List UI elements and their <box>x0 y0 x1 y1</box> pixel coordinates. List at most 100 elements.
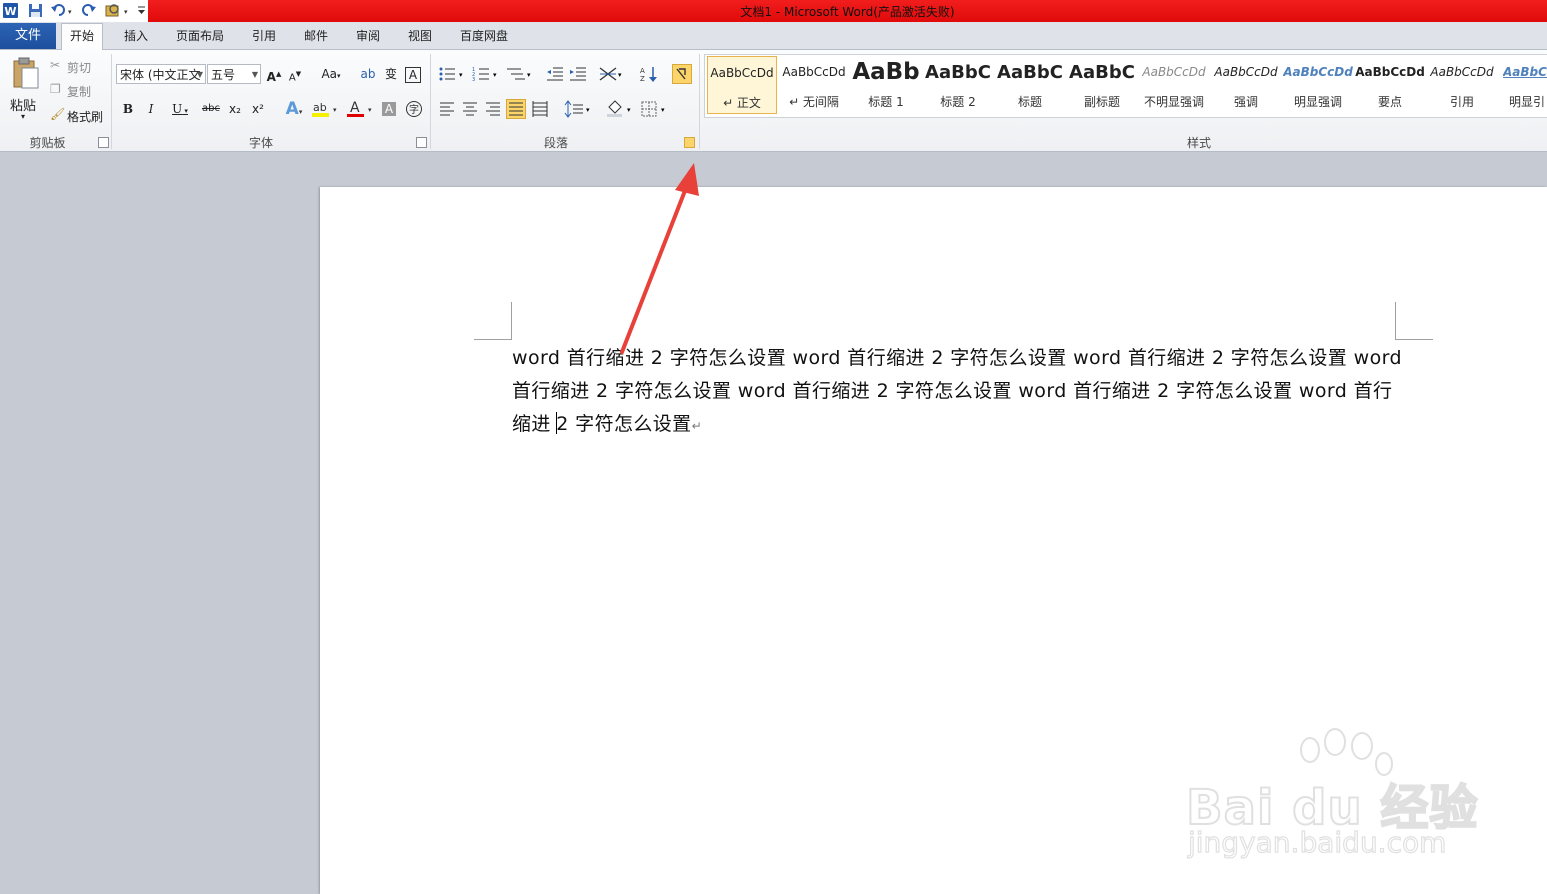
svg-text:▾: ▾ <box>586 106 590 114</box>
text-effects-icon: A <box>285 99 299 119</box>
style-name: 强调 <box>1233 95 1258 109</box>
font-dialog-launcher[interactable] <box>416 137 427 148</box>
style-emphasis[interactable]: AaBbCcDd 强调 <box>1211 56 1281 114</box>
shading-button[interactable]: ▾ <box>605 99 635 119</box>
word-app-icon[interactable]: W <box>2 2 19 19</box>
tab-home[interactable]: 开始 <box>61 23 104 51</box>
multilevel-list-button[interactable]: ▾ <box>505 64 535 84</box>
font-color-button[interactable]: A ▾ <box>346 99 376 119</box>
sort-icon[interactable]: AZ <box>639 64 659 84</box>
document-body[interactable]: word 首行缩进 2 字符怎么设置 word 首行缩进 2 字符怎么设置 wo… <box>512 342 1402 443</box>
borders-button[interactable]: ▾ <box>639 99 669 119</box>
style-preview: AaBbCcDd <box>1430 65 1494 79</box>
style-heading-1[interactable]: AaBb 标题 1 <box>851 56 921 114</box>
align-center-icon[interactable] <box>460 99 480 119</box>
svg-text:▾: ▾ <box>333 106 337 114</box>
pilcrow-icon <box>676 68 686 80</box>
distributed-align-icon[interactable] <box>530 99 550 119</box>
shrink-font-button[interactable]: A▼ <box>285 64 305 84</box>
copy-button[interactable]: ❐ 复制 <box>50 82 100 100</box>
qat-dropdown-icon[interactable] <box>136 2 147 19</box>
show-formatting-marks-button[interactable] <box>672 64 692 84</box>
style-normal[interactable]: AaBbCcDd ↵ 正文 <box>707 56 777 114</box>
clipboard-group-label: 剪贴板 <box>29 136 66 150</box>
svg-text:▾: ▾ <box>368 106 372 114</box>
customize-tool-icon[interactable]: ▾ <box>104 2 128 19</box>
tab-insert[interactable]: 插入 <box>116 24 156 49</box>
paragraph-dialog-launcher[interactable] <box>684 137 695 148</box>
undo-icon[interactable]: ▾ <box>50 2 72 19</box>
tab-review[interactable]: 审阅 <box>348 24 388 49</box>
group-divider <box>430 54 431 149</box>
bold-button[interactable]: B <box>118 99 138 119</box>
style-name: 明显强调 <box>1293 95 1342 109</box>
superscript-icon: x² <box>252 102 264 116</box>
style-quote[interactable]: AaBbCcDd 引用 <box>1427 56 1497 114</box>
save-icon[interactable] <box>27 2 44 19</box>
paste-button[interactable]: 粘贴 ▾ <box>6 54 42 126</box>
align-right-icon[interactable] <box>483 99 503 119</box>
phonetic-guide-icon[interactable]: ab <box>358 64 378 84</box>
character-shading-icon: A <box>384 102 394 116</box>
paste-dropdown-icon[interactable]: ▾ <box>21 112 25 121</box>
enclose-characters-icon: 字 <box>406 101 422 117</box>
underline-icon: U <box>172 102 183 116</box>
justify-icon[interactable] <box>506 99 526 119</box>
italic-button[interactable]: I <box>141 99 161 119</box>
bullets-button[interactable]: ▾ <box>437 64 467 84</box>
svg-text:W: W <box>4 5 16 18</box>
style-name: ↵ 无间隔 <box>789 95 839 109</box>
decrease-indent-icon[interactable] <box>545 64 565 84</box>
style-intense-emphasis[interactable]: AaBbCcDd 明显强调 <box>1283 56 1353 114</box>
character-border-button[interactable]: A <box>405 67 421 83</box>
tab-baidu-netdisk[interactable]: 百度网盘 <box>452 24 516 49</box>
redo-icon[interactable] <box>80 2 97 19</box>
svg-text:▾: ▾ <box>124 8 128 16</box>
style-name: 标题 1 <box>868 95 904 109</box>
strikethrough-button[interactable]: abc <box>200 99 222 119</box>
style-subtle-emphasis[interactable]: AaBbCcDd 不明显强调 <box>1139 56 1209 114</box>
tab-references[interactable]: 引用 <box>244 24 284 49</box>
chinese-layout-button[interactable]: ▾ <box>598 64 626 84</box>
subscript-button[interactable]: x₂ <box>225 99 245 119</box>
superscript-button[interactable]: x² <box>248 99 268 119</box>
margin-corner-top-right <box>1395 302 1433 340</box>
tab-page-layout[interactable]: 页面布局 <box>168 24 232 49</box>
font-size-combo[interactable]: 五号 ▼ <box>207 64 261 84</box>
clear-format-icon[interactable]: 变 <box>381 64 401 84</box>
enclose-characters-button[interactable]: 字 <box>404 99 424 119</box>
tab-view[interactable]: 视图 <box>400 24 440 49</box>
style-no-spacing[interactable]: AaBbCcDd ↵ 无间隔 <box>779 56 849 114</box>
clipboard-dialog-launcher[interactable] <box>98 137 109 148</box>
numbering-button[interactable]: 1 2 3 ▾ <box>471 64 501 84</box>
increase-indent-icon[interactable] <box>568 64 588 84</box>
style-title[interactable]: AaBbC 标题 <box>995 56 1065 114</box>
style-preview: AaBbCc <box>1503 65 1547 79</box>
text-effects-button[interactable]: A▾ <box>280 99 308 119</box>
align-left-icon[interactable] <box>437 99 457 119</box>
highlight-button[interactable]: ab ▾ <box>311 99 341 119</box>
font-name-combo[interactable]: 宋体 (中文正文 ▼ <box>116 64 206 84</box>
style-strong[interactable]: AaBbCcDd 要点 <box>1355 56 1425 114</box>
borders-icon: ▾ <box>641 101 665 117</box>
svg-text:Z: Z <box>640 75 645 83</box>
style-heading-2[interactable]: AaBbC 标题 2 <box>923 56 993 114</box>
tab-file[interactable]: 文件 <box>0 23 56 49</box>
format-painter-button[interactable]: 🖌 格式刷 <box>50 107 106 125</box>
grow-font-button[interactable]: A▲ <box>264 64 284 84</box>
change-case-button[interactable]: Aa▾ <box>318 64 344 84</box>
character-shading-button[interactable]: A <box>382 102 396 116</box>
watermark-url: jingyan.baidu.com <box>1187 825 1447 859</box>
style-intense-quote[interactable]: AaBbCc 明显引 <box>1499 56 1547 114</box>
group-divider <box>111 54 112 149</box>
underline-button[interactable]: U ▾ <box>165 99 195 119</box>
style-subtitle[interactable]: AaBbC 副标题 <box>1067 56 1137 114</box>
tab-mailings[interactable]: 邮件 <box>296 24 336 49</box>
subscript-icon: x₂ <box>229 102 241 116</box>
line-spacing-button[interactable]: ▾ <box>564 99 594 119</box>
style-preview: AaBbCcDd <box>710 66 774 80</box>
cut-button[interactable]: ✂ 剪切 <box>50 58 100 76</box>
chinese-layout-icon: ▾ <box>599 67 622 81</box>
grow-font-icon: A <box>266 70 276 84</box>
svg-text:▾: ▾ <box>627 106 631 114</box>
